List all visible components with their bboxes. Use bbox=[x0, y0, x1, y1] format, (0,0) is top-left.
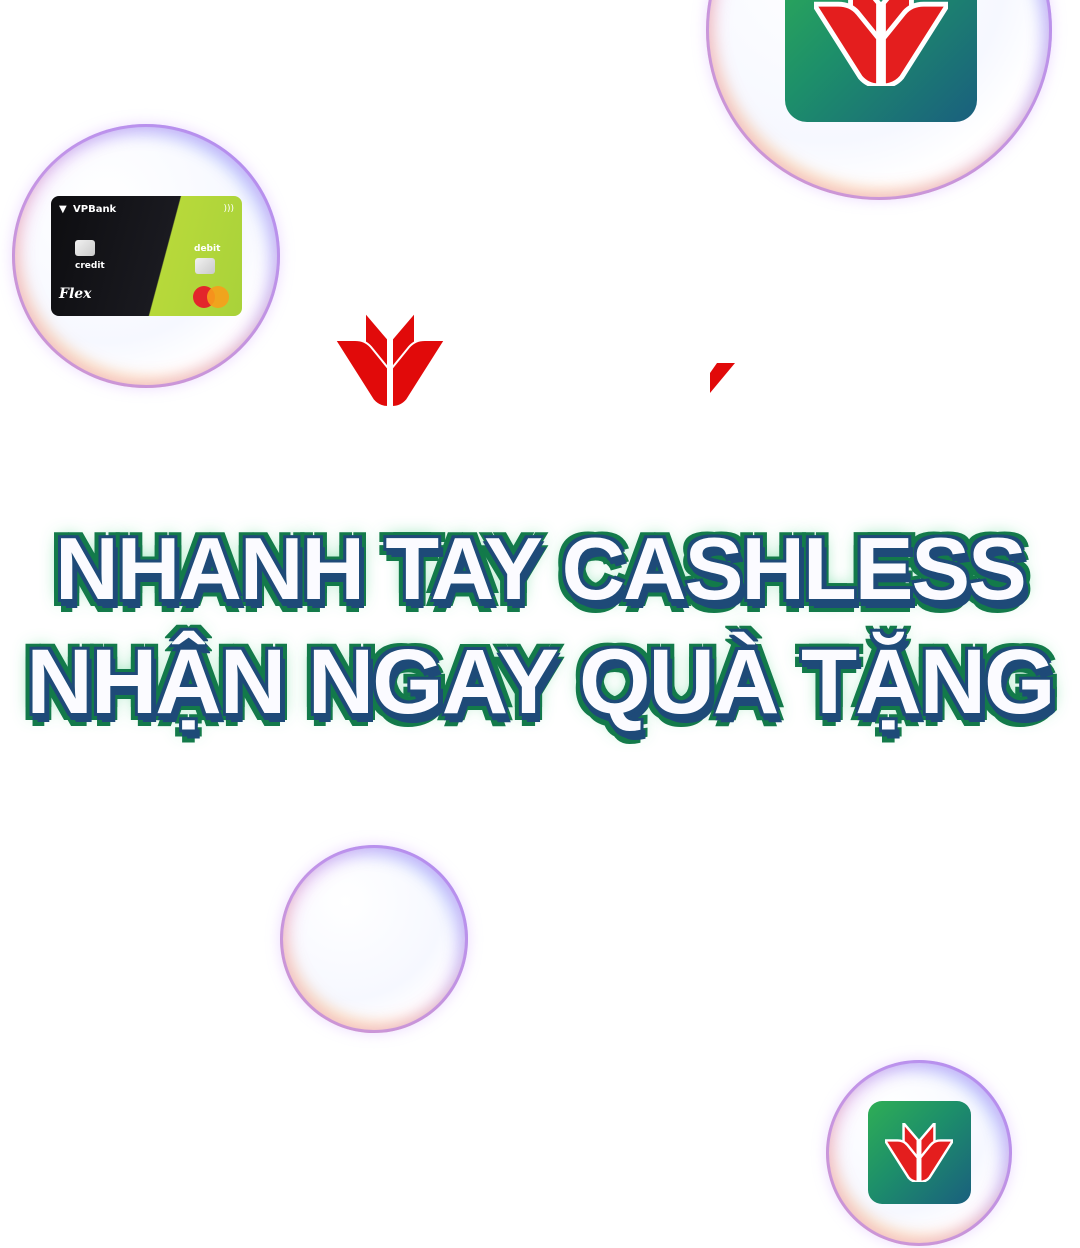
card-brand: VPBank bbox=[73, 204, 117, 215]
flex-logo: Flex bbox=[59, 286, 92, 302]
chip-credit bbox=[75, 240, 95, 256]
debit-label: debit bbox=[194, 244, 221, 254]
card-logo-icon: ▼ bbox=[59, 204, 67, 215]
vpbank-logo-icon bbox=[814, 0, 948, 86]
logo-accent-mark bbox=[710, 363, 735, 393]
credit-label: credit bbox=[75, 261, 105, 271]
vpbank-app-icon-small bbox=[868, 1101, 971, 1204]
vpbank-flex-card: VPBank ▼ ))) credit debit Flex bbox=[51, 196, 242, 316]
chip-debit bbox=[195, 258, 215, 274]
mastercard-icon-2 bbox=[207, 286, 229, 308]
vpbank-app-icon bbox=[785, 0, 977, 122]
contactless-icon: ))) bbox=[223, 204, 234, 214]
vpbank-logo-icon bbox=[885, 1123, 953, 1182]
headline-line-2: NHẬN NGAY QUÀ TẶNG bbox=[26, 631, 1055, 733]
headline-line-1: NHANH TAY CASHLESS bbox=[55, 519, 1027, 618]
bubble-empty bbox=[280, 845, 468, 1033]
vpbank-logo-icon bbox=[335, 312, 445, 407]
